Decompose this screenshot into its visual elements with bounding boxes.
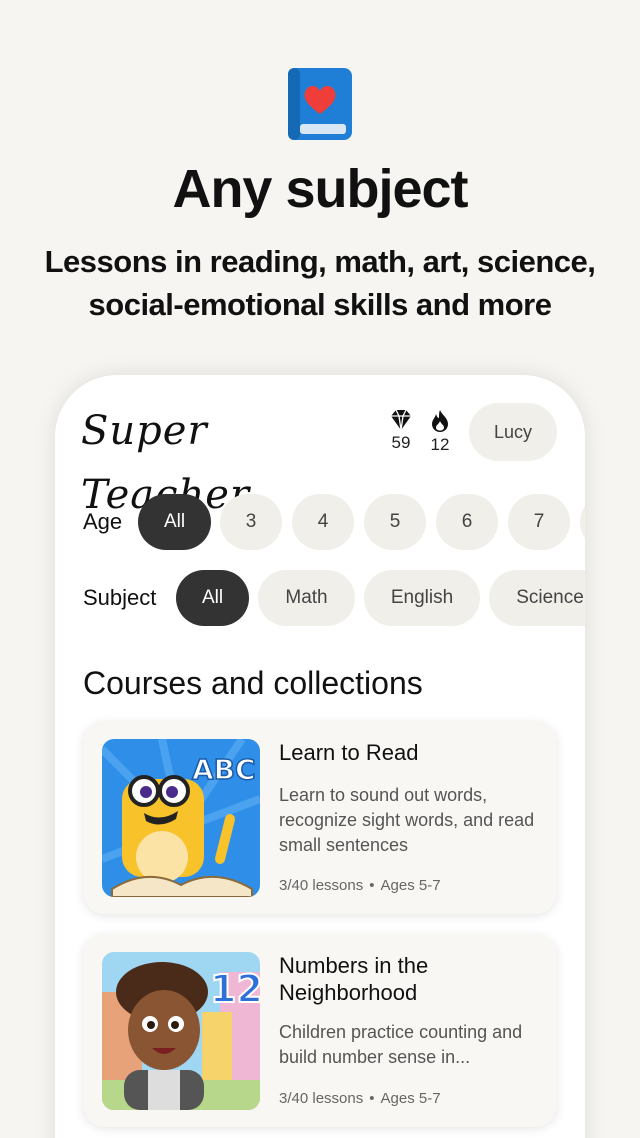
meta-separator: • bbox=[369, 1090, 375, 1107]
course-description: Learn to sound out words, recognize sigh… bbox=[279, 785, 535, 855]
course-title: Numbers in the Neighborhood bbox=[279, 953, 429, 1005]
app-logo: Super Teacher bbox=[81, 408, 249, 518]
streak-count: 12 bbox=[430, 435, 450, 454]
courses-section-title: Courses and collections bbox=[83, 665, 423, 701]
age-filter-label: Age bbox=[83, 509, 123, 534]
age-pill-4[interactable]: 4 bbox=[292, 494, 354, 550]
promo-subline-line-2: social-emotional skills and more bbox=[88, 287, 552, 322]
numbers-thumbnail-text: 123 bbox=[210, 967, 260, 1011]
course-lessons-progress: 3/40 lessons bbox=[279, 877, 364, 894]
subject-pill-math[interactable]: Math bbox=[258, 570, 355, 626]
course-title: Learn to Read bbox=[279, 740, 419, 765]
subject-filter-label: Subject bbox=[83, 585, 157, 610]
flame-icon bbox=[432, 410, 448, 432]
course-ages: Ages 5-7 bbox=[380, 877, 441, 894]
course-thumbnail: ABC bbox=[102, 739, 260, 897]
course-card[interactable]: ABC Learn to Read Learn to sound out wor… bbox=[83, 721, 557, 914]
course-description: Children practice counting and build num… bbox=[279, 1022, 523, 1067]
promo-subline-line-1: Lessons in reading, math, art, science, bbox=[44, 244, 596, 279]
age-pill-5[interactable]: 5 bbox=[364, 494, 426, 550]
age-pill-7[interactable]: 7 bbox=[508, 494, 570, 550]
subject-pill-english[interactable]: English bbox=[364, 570, 480, 626]
subject-pill-all[interactable]: All bbox=[176, 570, 249, 626]
age-pill-6[interactable]: 6 bbox=[436, 494, 498, 550]
subject-pill-science[interactable]: Science bbox=[489, 570, 585, 626]
age-pill-8[interactable]: 8 bbox=[580, 494, 585, 550]
age-pill-all[interactable]: All bbox=[138, 494, 211, 550]
course-card[interactable]: 123 Numbers in the Neighborhood Children… bbox=[83, 934, 557, 1127]
course-lessons-progress: 3/40 lessons bbox=[279, 1090, 364, 1107]
promo-subline: Lessons in reading, math, art, science, … bbox=[20, 240, 620, 326]
gems-counter[interactable]: 59 bbox=[384, 409, 418, 453]
streak-counter[interactable]: 12 bbox=[423, 409, 457, 455]
course-thumbnail: 123 bbox=[102, 952, 260, 1110]
gems-count: 59 bbox=[391, 433, 411, 452]
profile-button[interactable]: Lucy bbox=[469, 403, 557, 461]
promo-headline: Any subject bbox=[172, 159, 468, 219]
course-meta: 3/40 lessons • Ages 5-7 bbox=[279, 877, 441, 894]
promo-header: Any subject Lessons in reading, math, ar… bbox=[0, 0, 640, 360]
diamond-icon bbox=[391, 409, 411, 431]
meta-separator: • bbox=[369, 877, 375, 894]
course-ages: Ages 5-7 bbox=[380, 1090, 441, 1107]
abc-thumbnail-text: ABC bbox=[192, 753, 256, 786]
course-meta: 3/40 lessons • Ages 5-7 bbox=[279, 1090, 441, 1107]
age-pill-3[interactable]: 3 bbox=[220, 494, 282, 550]
phone-screen: Super Teacher 59 12 Lucy Age All 3 4 5 6… bbox=[55, 375, 585, 1138]
heart-book-icon bbox=[286, 66, 354, 142]
